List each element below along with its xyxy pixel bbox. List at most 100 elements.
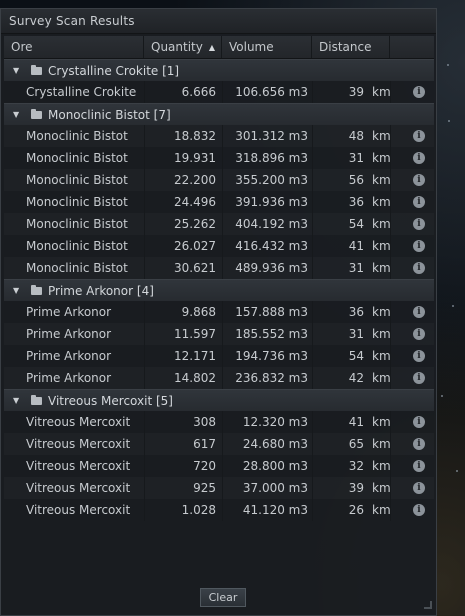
ore-volume: 355.200 m3 xyxy=(235,173,308,187)
column-divider xyxy=(312,191,313,213)
ore-volume: 28.800 m3 xyxy=(242,459,308,473)
table-row[interactable]: Monoclinic Bistot 30.621 489.936 m3 31 km i xyxy=(4,257,434,279)
distance-unit: km xyxy=(372,349,391,363)
distance-unit: km xyxy=(372,239,391,253)
info-icon[interactable]: i xyxy=(413,174,425,186)
column-header: Ore Quantity ▲ Volume Distance xyxy=(4,36,434,59)
table-row[interactable]: Monoclinic Bistot 25.262 404.192 m3 54 km i xyxy=(4,213,434,235)
table-row[interactable]: Monoclinic Bistot 19.931 318.896 m3 31 km i xyxy=(4,147,434,169)
ore-name: Prime Arkonor xyxy=(26,305,112,319)
ore-name: Vitreous Mercoxit xyxy=(26,503,131,517)
column-divider xyxy=(144,411,145,433)
ore-quantity: 22.200 xyxy=(174,173,216,187)
info-icon[interactable]: i xyxy=(413,152,425,164)
info-icon[interactable]: i xyxy=(413,328,425,340)
ore-quantity: 12.171 xyxy=(174,349,216,363)
ore-distance: 31 xyxy=(348,327,364,341)
ore-volume: 185.552 m3 xyxy=(235,327,308,341)
ore-name: Vitreous Mercoxit xyxy=(26,437,131,451)
expand-caret-icon[interactable]: ▼ xyxy=(13,60,19,82)
column-divider xyxy=(144,301,145,323)
column-distance[interactable]: Distance xyxy=(312,36,390,58)
column-divider xyxy=(312,213,313,235)
ore-quantity: 617 xyxy=(193,437,216,451)
table-row[interactable]: Vitreous Mercoxit 308 12.320 m3 41 km i xyxy=(4,411,434,433)
table-row[interactable]: Vitreous Mercoxit 925 37.000 m3 39 km i xyxy=(4,477,434,499)
ore-distance: 42 xyxy=(348,371,364,385)
ore-name: Vitreous Mercoxit xyxy=(26,459,131,473)
table-row[interactable]: Prime Arkonor 12.171 194.736 m3 54 km i xyxy=(4,345,434,367)
column-divider xyxy=(144,455,145,477)
column-divider xyxy=(312,323,313,345)
table-row[interactable]: Vitreous Mercoxit 720 28.800 m3 32 km i xyxy=(4,455,434,477)
info-icon[interactable]: i xyxy=(413,504,425,516)
ore-volume: 41.120 m3 xyxy=(242,503,308,517)
column-divider xyxy=(312,411,313,433)
table-row[interactable]: Monoclinic Bistot 26.027 416.432 m3 41 km i xyxy=(4,235,434,257)
ore-distance: 31 xyxy=(348,261,364,275)
distance-unit: km xyxy=(372,129,391,143)
distance-unit: km xyxy=(372,481,391,495)
ore-distance: 36 xyxy=(348,305,364,319)
info-icon[interactable]: i xyxy=(413,350,425,362)
column-divider xyxy=(222,323,223,345)
info-icon[interactable]: i xyxy=(413,240,425,252)
column-volume-label: Volume xyxy=(229,40,274,54)
table-row[interactable]: Vitreous Mercoxit 617 24.680 m3 65 km i xyxy=(4,433,434,455)
info-icon[interactable]: i xyxy=(413,218,425,230)
column-divider xyxy=(222,455,223,477)
ore-distance: 39 xyxy=(348,85,364,99)
table-row[interactable]: Monoclinic Bistot 18.832 301.312 m3 48 km i xyxy=(4,125,434,147)
folder-icon xyxy=(31,395,42,405)
column-divider xyxy=(312,235,313,257)
ore-volume: 157.888 m3 xyxy=(235,305,308,319)
column-divider xyxy=(222,345,223,367)
column-divider xyxy=(222,499,223,521)
column-quantity[interactable]: Quantity ▲ xyxy=(144,36,222,58)
info-icon[interactable]: i xyxy=(413,482,425,494)
info-icon[interactable]: i xyxy=(413,130,425,142)
ore-name: Vitreous Mercoxit xyxy=(26,415,131,429)
expand-caret-icon[interactable]: ▼ xyxy=(13,390,19,412)
column-divider xyxy=(144,169,145,191)
table-row[interactable]: Monoclinic Bistot 22.200 355.200 m3 56 km i xyxy=(4,169,434,191)
table-row[interactable]: Monoclinic Bistot 24.496 391.936 m3 36 km i xyxy=(4,191,434,213)
column-divider xyxy=(312,301,313,323)
column-volume[interactable]: Volume xyxy=(222,36,312,58)
info-icon[interactable]: i xyxy=(413,438,425,450)
column-divider xyxy=(222,125,223,147)
expand-caret-icon[interactable]: ▼ xyxy=(13,280,19,302)
ore-volume: 404.192 m3 xyxy=(235,217,308,231)
resize-grip-icon[interactable] xyxy=(424,601,432,609)
group-header[interactable]: ▼ Monoclinic Bistot [7] xyxy=(4,103,434,125)
table-row[interactable]: Prime Arkonor 11.597 185.552 m3 31 km i xyxy=(4,323,434,345)
ore-name: Monoclinic Bistot xyxy=(26,239,128,253)
ore-distance: 41 xyxy=(348,415,364,429)
ore-distance: 54 xyxy=(348,217,364,231)
group-header[interactable]: ▼ Vitreous Mercoxit [5] xyxy=(4,389,434,411)
clear-button[interactable]: Clear xyxy=(200,588,246,607)
table-row[interactable]: Prime Arkonor 9.868 157.888 m3 36 km i xyxy=(4,301,434,323)
info-icon[interactable]: i xyxy=(413,460,425,472)
info-icon[interactable]: i xyxy=(413,86,425,98)
ore-volume: 416.432 m3 xyxy=(235,239,308,253)
star xyxy=(448,120,450,122)
table-row[interactable]: Vitreous Mercoxit 1.028 41.120 m3 26 km i xyxy=(4,499,434,521)
table-row[interactable]: Prime Arkonor 14.802 236.832 m3 42 km i xyxy=(4,367,434,389)
distance-unit: km xyxy=(372,327,391,341)
info-icon[interactable]: i xyxy=(413,262,425,274)
ore-name: Monoclinic Bistot xyxy=(26,151,128,165)
column-divider xyxy=(144,257,145,279)
info-icon[interactable]: i xyxy=(413,196,425,208)
ore-quantity: 1.028 xyxy=(181,503,216,517)
info-icon[interactable]: i xyxy=(413,372,425,384)
table-row[interactable]: Crystalline Crokite 6.666 106.656 m3 39 km i xyxy=(4,81,434,103)
info-icon[interactable]: i xyxy=(413,306,425,318)
group-header[interactable]: ▼ Prime Arkonor [4] xyxy=(4,279,434,301)
column-ore[interactable]: Ore xyxy=(4,36,144,58)
expand-caret-icon[interactable]: ▼ xyxy=(13,104,19,126)
info-icon[interactable]: i xyxy=(413,416,425,428)
group-header[interactable]: ▼ Crystalline Crokite [1] xyxy=(4,59,434,81)
column-distance-label: Distance xyxy=(319,40,372,54)
window-title[interactable]: Survey Scan Results xyxy=(1,9,436,34)
